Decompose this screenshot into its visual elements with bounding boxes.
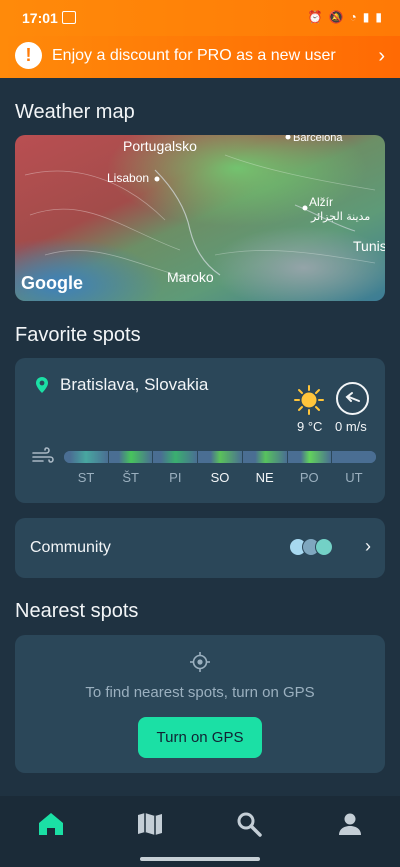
forecast-segment	[64, 451, 109, 463]
community-label: Community	[30, 539, 111, 556]
mute-icon: 🔕	[328, 10, 344, 24]
map-label-alzir: Alžír	[309, 195, 333, 209]
nearest-spots-title: Nearest spots	[15, 600, 139, 622]
day-label: ST	[77, 470, 95, 485]
weather-map[interactable]: Portugalsko Lisabon Barcelona Alžír مدين…	[15, 135, 385, 301]
wind-icon	[32, 447, 54, 463]
forecast-segment	[242, 451, 288, 463]
turn-on-gps-button[interactable]: Turn on GPS	[138, 717, 262, 758]
status-bar: 17:01 ⏰ 🔕 ◔ ▮ ▮	[0, 0, 400, 36]
alarm-icon: ⏰	[307, 10, 323, 24]
map-label-tunis: Tunis	[353, 238, 385, 254]
map-label-lisabon: Lisabon	[107, 171, 149, 185]
nearest-spots-message: To find nearest spots, turn on GPS	[85, 684, 315, 701]
wind-direction-icon	[336, 382, 369, 415]
wind-forecast-bar	[64, 451, 376, 463]
map-label-algiers-ar: مدينة الجزائر	[310, 210, 370, 223]
forecast-days: ST ŠT PI SO NE PO UT	[64, 470, 376, 485]
google-logo: Google	[21, 273, 83, 293]
location-pin-icon	[36, 377, 48, 393]
weather-map-title: Weather map	[15, 101, 135, 123]
gps-icon	[190, 652, 210, 672]
favorite-spot-card[interactable]: Bratislava, Slovakia 9 °C 0 m/s ST ŠT PI…	[15, 358, 385, 503]
map-icon[interactable]	[135, 811, 165, 837]
wifi-icon: ◔	[349, 10, 357, 24]
favorite-spots-title: Favorite spots	[15, 324, 141, 346]
sun-icon	[294, 385, 324, 415]
profile-icon[interactable]	[335, 811, 365, 837]
avatar	[315, 538, 333, 556]
day-label: PO	[299, 470, 319, 485]
forecast-segment	[198, 451, 243, 463]
search-icon[interactable]	[235, 811, 265, 837]
forecast-segment	[108, 451, 154, 463]
promo-text: Enjoy a discount for PRO as a new user	[52, 47, 336, 64]
day-label: UT	[345, 470, 363, 485]
forecast-segment	[287, 451, 333, 463]
forecast-segment	[332, 451, 376, 463]
home-indicator	[140, 857, 260, 861]
signal-icon: ▮	[362, 10, 370, 24]
spot-name: Bratislava, Slovakia	[60, 375, 209, 394]
community-avatars	[289, 538, 335, 556]
nearest-spots-card: To find nearest spots, turn on GPS Turn …	[15, 635, 385, 773]
status-icons: ⏰ 🔕 ◔ ▮ ▮	[308, 10, 382, 24]
wind-speed: 0 m/s	[335, 419, 367, 434]
temperature: 9 °C	[297, 419, 323, 434]
weather-map-canvas: Portugalsko Lisabon Barcelona Alžír مدين…	[15, 135, 385, 301]
map-point-lisabon	[154, 176, 160, 182]
day-label: ŠT	[122, 470, 139, 485]
clock: 17:01	[22, 10, 58, 26]
map-label-portugalsko: Portugalsko	[123, 138, 197, 154]
alert-icon: !	[15, 42, 42, 69]
map-label-maroko: Maroko	[167, 269, 214, 285]
map-point-alzir	[302, 205, 308, 211]
chevron-right-icon: ›	[365, 536, 371, 556]
day-label: SO	[210, 470, 230, 485]
day-label: NE	[255, 470, 274, 485]
forecast-segment	[153, 451, 199, 463]
battery-icon: ▮	[375, 10, 382, 24]
community-card[interactable]: Community ›	[15, 518, 385, 578]
promo-banner[interactable]: ! Enjoy a discount for PRO as a new user…	[0, 36, 400, 78]
day-label: PI	[169, 470, 182, 485]
home-icon[interactable]	[36, 811, 66, 837]
chevron-right-icon: ›	[378, 45, 385, 67]
gallery-notification-icon	[62, 11, 76, 24]
map-label-barcelona: Barcelona	[293, 135, 343, 144]
